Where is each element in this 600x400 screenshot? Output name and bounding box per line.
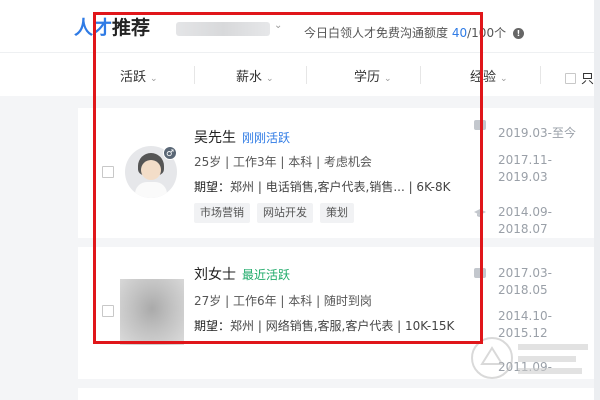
only-label: 只 xyxy=(581,72,595,87)
divider xyxy=(540,66,541,84)
scroll-edge xyxy=(594,0,600,400)
info-icon[interactable]: ! xyxy=(512,28,524,39)
education-period: 2014.09- xyxy=(498,205,552,219)
education-period: 2018.07 xyxy=(498,222,548,236)
chevron-down-icon: ⌄ xyxy=(500,74,508,84)
work-period: 2017.03- xyxy=(498,266,552,280)
checkbox[interactable] xyxy=(565,73,576,84)
work-period: 2019.03-至今 xyxy=(498,126,576,140)
work-period: 2014.10- xyxy=(498,309,552,323)
work-period: 2017.11- xyxy=(498,153,552,167)
only-filter-checkbox[interactable]: 只 xyxy=(565,68,594,87)
work-period: 2018.05 xyxy=(498,283,548,297)
work-period: 2019.03 xyxy=(498,170,548,184)
highlight-box xyxy=(93,12,483,344)
